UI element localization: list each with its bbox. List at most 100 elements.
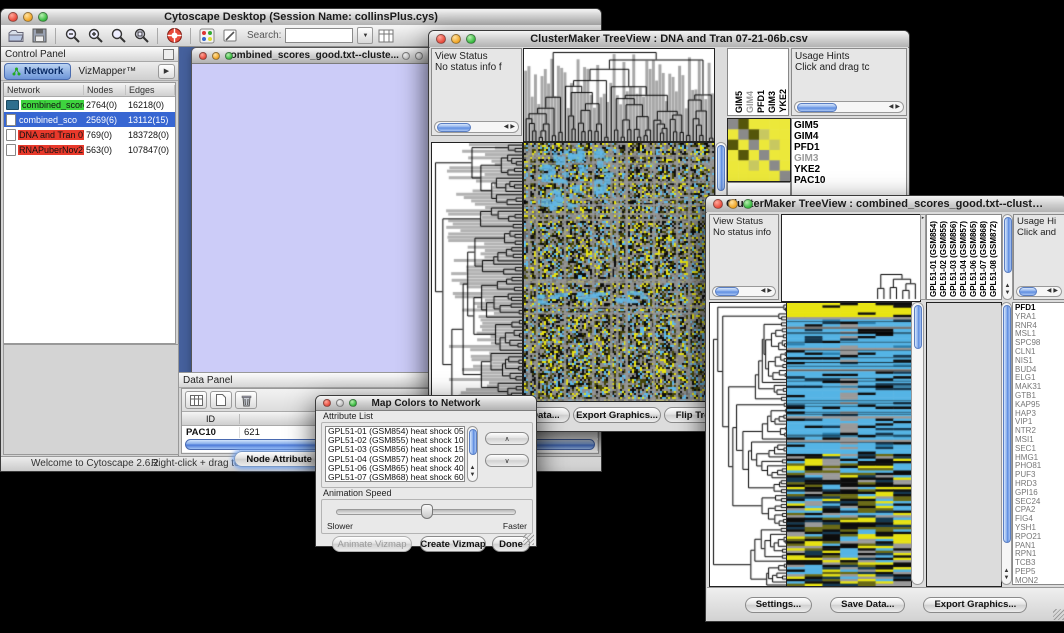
tab-network[interactable]: Network: [4, 63, 71, 80]
move-attribute-up-button[interactable]: ∧: [485, 432, 529, 445]
delete-attribute-icon[interactable]: [235, 391, 257, 409]
view-status-panel: View Status No status info f ◀▶: [431, 48, 522, 136]
network-view-canvas-1[interactable]: [192, 64, 430, 372]
gene-label[interactable]: PFD1: [794, 142, 904, 153]
minimize-button[interactable]: [728, 199, 738, 209]
zoom-out-icon[interactable]: [62, 26, 82, 45]
network-table-row[interactable]: combined_scores 2764(0) 16218(0): [4, 97, 175, 112]
close-button[interactable]: [713, 199, 723, 209]
minimize-button[interactable]: [451, 34, 461, 44]
column-label[interactable]: PFD1: [756, 90, 766, 113]
close-button[interactable]: [436, 34, 446, 44]
close-button[interactable]: [402, 52, 410, 60]
network-view-window-1: combined_scores_good.txt--cluste...: [191, 47, 433, 372]
attribute-list-scrollbar[interactable]: ▲▼: [467, 426, 478, 482]
select-attributes-icon[interactable]: [185, 391, 207, 409]
attribute-item[interactable]: GPL51-07 (GSM868) heat shock 60 min: [326, 473, 464, 482]
save-icon[interactable]: [29, 26, 49, 45]
column-labels-scrollbar[interactable]: ▲▼: [1002, 214, 1013, 300]
close-button[interactable]: [199, 52, 207, 60]
minimize-button[interactable]: [23, 12, 33, 22]
main-heatmap-canvas[interactable]: [523, 142, 715, 402]
tab-vizmapper[interactable]: VizMapper™: [73, 65, 141, 78]
network-overview-canvas[interactable]: [4, 345, 176, 452]
folder-icon: [6, 100, 19, 110]
search-dropdown-button[interactable]: ▼: [357, 27, 373, 44]
row-dendrogram-canvas[interactable]: [431, 142, 523, 402]
main-heatmap-canvas[interactable]: [786, 302, 912, 587]
minimize-button[interactable]: [212, 52, 220, 60]
main-window-titlebar[interactable]: Cytoscape Desktop (Session Name: collins…: [1, 9, 601, 26]
column-label[interactable]: GIM3: [767, 91, 777, 113]
treeview-action-button[interactable]: Export Graphics...: [923, 597, 1027, 613]
search-input[interactable]: [285, 28, 353, 43]
annotation-icon[interactable]: [220, 26, 240, 45]
column-label[interactable]: YKE2: [778, 89, 788, 113]
open-file-icon[interactable]: [6, 26, 26, 45]
view-status-scrollbar[interactable]: ◀▶: [712, 286, 776, 297]
zoom-submatrix-canvas[interactable]: [926, 302, 1002, 587]
zoom-window-button[interactable]: [38, 12, 48, 22]
treeview1-titlebar[interactable]: ClusterMaker TreeView : DNA and Tran 07-…: [429, 31, 909, 48]
zoom-in-icon[interactable]: [85, 26, 105, 45]
usage-hints-scrollbar[interactable]: ◀▶: [1016, 286, 1062, 297]
minimize-button[interactable]: [336, 399, 344, 407]
column-label[interactable]: GPL51-08 (GSM872): [989, 221, 998, 297]
float-panel-icon[interactable]: [163, 49, 174, 60]
zoom-submatrix-canvas[interactable]: [727, 118, 791, 182]
row-dendrogram-canvas[interactable]: [709, 302, 788, 587]
gene-list-scrollbar[interactable]: ▲▼: [1001, 302, 1012, 585]
zoom-window-button[interactable]: [743, 199, 753, 209]
gene-label[interactable]: GIM5: [794, 120, 904, 131]
animate-vizmap-button[interactable]: Animate Vizmap: [332, 536, 412, 552]
slider-thumb[interactable]: [421, 504, 433, 519]
attribute-list[interactable]: GPL51-01 (GSM854) heat shock 05 minGPL51…: [325, 426, 465, 482]
column-label[interactable]: GPL51-06 (GSM865): [969, 221, 978, 297]
network-overview-panel[interactable]: [3, 344, 179, 455]
column-dendrogram-canvas[interactable]: [523, 48, 715, 142]
usage-hints-scrollbar[interactable]: ◀▶: [794, 101, 904, 113]
column-label[interactable]: GPL51-01 (GSM854): [929, 221, 938, 297]
network-table-row[interactable]: RNAPuberNov2+ 563(0) 107847(0): [4, 142, 175, 157]
gene-label[interactable]: GIM4: [794, 131, 904, 142]
zoom-selected-icon[interactable]: [108, 26, 128, 45]
create-vizmap-button[interactable]: Create Vizmap: [420, 536, 486, 552]
gene-label[interactable]: MON2: [1015, 577, 1062, 585]
view-status-scrollbar[interactable]: ◀▶: [434, 121, 519, 133]
treeview-action-button[interactable]: Settings...: [745, 597, 812, 613]
treeview2-title: ClusterMaker TreeView : combined_scores_…: [726, 197, 1046, 212]
resize-grip[interactable]: [523, 534, 534, 545]
column-label[interactable]: GPL51-03 (GSM856): [949, 221, 958, 297]
network-table-row[interactable]: combined_sco 2569(6) 13112(15): [4, 112, 175, 127]
resize-grip[interactable]: [1053, 609, 1064, 620]
network-table-row[interactable]: DNA and Tran 07 769(0) 183728(0): [4, 127, 175, 142]
tab-overflow-button[interactable]: ▶: [158, 64, 175, 79]
column-dendrogram-canvas[interactable]: [781, 214, 921, 302]
zoom-fit-icon[interactable]: [131, 26, 151, 45]
gene-label[interactable]: YKE2: [794, 164, 904, 175]
treeview-action-button[interactable]: Save Data...: [830, 597, 905, 613]
column-label[interactable]: GPL51-04 (GSM857): [959, 221, 968, 297]
move-attribute-down-button[interactable]: ∨: [485, 454, 529, 467]
treeview2-titlebar[interactable]: ClusterMaker TreeView : combined_scores_…: [706, 196, 1064, 213]
heatmap-vertical-scrollbar[interactable]: [911, 302, 924, 585]
zoom-window-button[interactable]: [466, 34, 476, 44]
gene-label[interactable]: GIM3: [794, 153, 904, 164]
column-label[interactable]: GIM5: [734, 91, 744, 113]
minimize-button[interactable]: [415, 52, 423, 60]
new-attribute-icon[interactable]: [210, 391, 232, 409]
gene-label[interactable]: PAC10: [794, 175, 904, 186]
zoom-window-button[interactable]: [349, 399, 357, 407]
column-label[interactable]: GPL51-02 (GSM855): [939, 221, 948, 297]
vizmapper-icon[interactable]: [197, 26, 217, 45]
column-label[interactable]: GIM4: [745, 91, 755, 113]
attribute-browser-icon[interactable]: [376, 26, 396, 45]
zoom-window-button[interactable]: [225, 52, 233, 60]
close-button[interactable]: [323, 399, 331, 407]
export-graphics-button[interactable]: Export Graphics...: [573, 407, 661, 423]
dialog-titlebar[interactable]: Map Colors to Network: [316, 396, 536, 411]
close-button[interactable]: [8, 12, 18, 22]
column-label[interactable]: GPL51-07 (GSM868): [979, 221, 988, 297]
help-lifering-icon[interactable]: [164, 26, 184, 45]
network-window-1-titlebar[interactable]: combined_scores_good.txt--cluste...: [192, 48, 432, 64]
